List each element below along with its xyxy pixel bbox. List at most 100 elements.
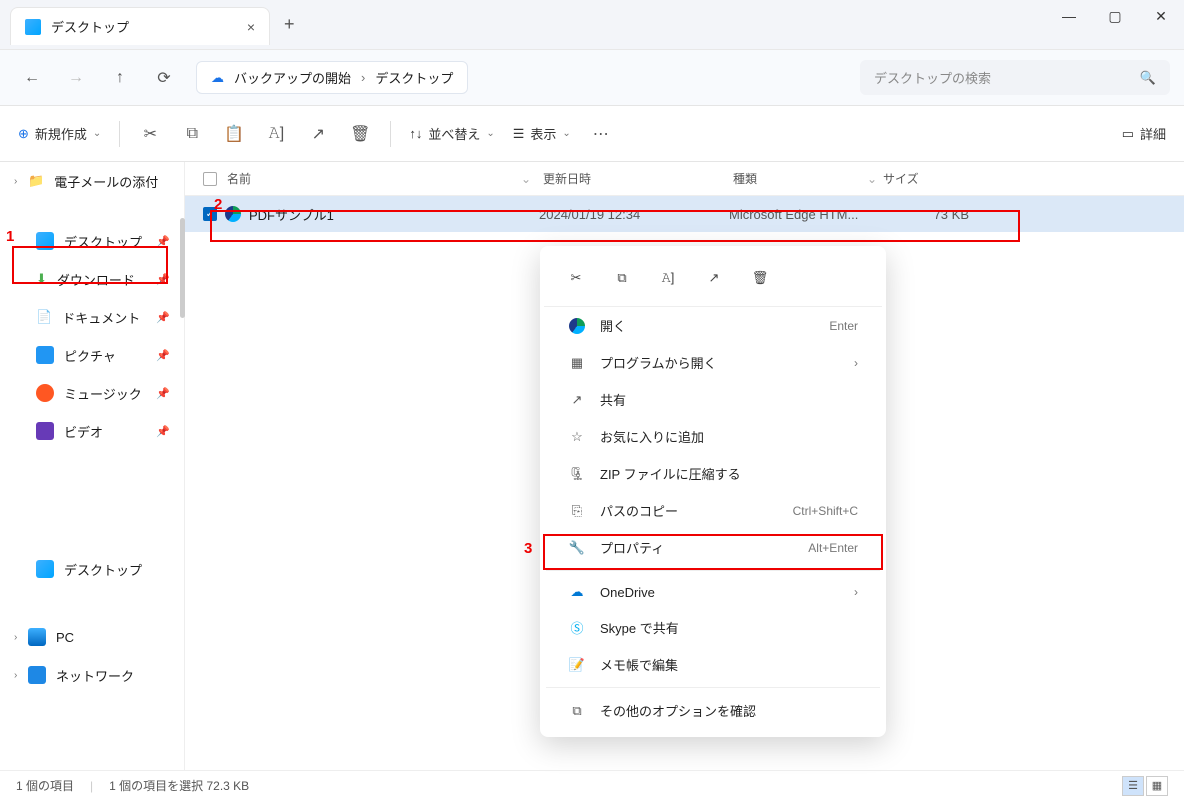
ctx-share-button[interactable]: ↗ xyxy=(698,262,730,294)
column-label: 種類 xyxy=(733,170,757,187)
chevron-down-icon: ⌄ xyxy=(562,128,570,139)
star-icon: ☆ xyxy=(568,429,586,445)
sidebar-item-label: デスクトップ xyxy=(64,560,142,579)
ctx-copy-path[interactable]: ⎘ パスのコピー Ctrl+Shift+C xyxy=(544,492,882,529)
ctx-label: OneDrive xyxy=(600,585,655,600)
ctx-favorite[interactable]: ☆ お気に入りに追加 xyxy=(544,418,882,455)
separator xyxy=(546,687,880,688)
column-size[interactable]: サイズ xyxy=(883,170,983,187)
new-label: 新規作成 xyxy=(35,124,87,143)
folder-icon: 📁 xyxy=(28,173,44,189)
breadcrumb-location[interactable]: デスクトップ xyxy=(375,68,453,87)
status-bar: 1 個の項目 | 1 個の項目を選択 72.3 KB ☰ ▦ xyxy=(0,770,1184,800)
more-icon: ⧉ xyxy=(568,703,586,719)
ctx-zip[interactable]: 🗜 ZIP ファイルに圧縮する xyxy=(544,455,882,492)
sidebar-item-downloads[interactable]: ⬇ ダウンロード 📌 xyxy=(0,260,184,298)
notepad-icon: 📝 xyxy=(568,657,586,673)
search-box[interactable]: デスクトップの検索 🔍 xyxy=(860,60,1170,95)
view-details-button[interactable]: ☰ xyxy=(1122,776,1144,796)
sort-button[interactable]: ↑↓ 並べ替え ⌄ xyxy=(409,124,494,143)
column-name[interactable]: 名前⌄ xyxy=(227,170,543,187)
sidebar-item-desktop-alt[interactable]: デスクトップ xyxy=(0,550,184,588)
sidebar-item-email[interactable]: › 📁 電子メールの添付 xyxy=(0,162,184,200)
ctx-skype[interactable]: Ⓢ Skype で共有 xyxy=(544,609,882,646)
file-row[interactable]: ✓ PDFサンプル1 2024/01/19 12:34 Microsoft Ed… xyxy=(185,196,1184,232)
ctx-notepad[interactable]: 📝 メモ帳で編集 xyxy=(544,646,882,683)
sidebar-item-music[interactable]: ミュージック 📌 xyxy=(0,374,184,412)
status-selected: 1 個の項目を選択 72.3 KB xyxy=(109,777,249,794)
refresh-button[interactable]: ⟳ xyxy=(146,60,182,96)
column-date[interactable]: 更新日時 xyxy=(543,170,733,187)
ctx-cut-button[interactable]: ✂ xyxy=(560,262,592,294)
sidebar-item-pc[interactable]: › PC xyxy=(0,618,184,656)
annotation-2: 2 xyxy=(214,196,222,213)
file-date: 2024/01/19 12:34 xyxy=(539,207,729,222)
sidebar-item-desktop[interactable]: デスクトップ 📌 xyxy=(0,222,184,260)
forward-button[interactable]: → xyxy=(58,60,94,96)
ctx-label: 開く xyxy=(600,316,626,335)
videos-icon xyxy=(36,422,54,440)
status-count: 1 個の項目 xyxy=(16,777,74,794)
window-tab[interactable]: デスクトップ × xyxy=(10,7,270,45)
minimize-button[interactable]: — xyxy=(1046,0,1092,32)
breadcrumb-backup[interactable]: バックアップの開始 xyxy=(234,68,351,87)
new-button[interactable]: ⊕ 新規作成 ⌄ xyxy=(18,124,101,143)
pin-icon[interactable]: 📌 xyxy=(156,235,170,248)
pc-icon xyxy=(28,628,46,646)
ctx-open[interactable]: 開く Enter xyxy=(544,307,882,344)
window-controls: — ▢ ✕ xyxy=(1046,0,1184,32)
ctx-rename-button[interactable]: 𝙰] xyxy=(652,262,684,294)
ctx-more-options[interactable]: ⧉ その他のオプションを確認 xyxy=(544,692,882,729)
copy-button[interactable]: ⧉ xyxy=(180,122,204,146)
desktop-icon xyxy=(36,232,54,250)
delete-button[interactable]: 🗑 xyxy=(348,122,372,146)
pin-icon[interactable]: 📌 xyxy=(156,311,170,324)
sidebar-item-pictures[interactable]: ピクチャ 📌 xyxy=(0,336,184,374)
back-button[interactable]: ← xyxy=(14,60,50,96)
ctx-properties[interactable]: 🔧 プロパティ Alt+Enter xyxy=(544,529,882,566)
column-type[interactable]: 種類⌄ xyxy=(733,170,883,187)
sidebar-item-documents[interactable]: 📄 ドキュメント 📌 xyxy=(0,298,184,336)
maximize-button[interactable]: ▢ xyxy=(1092,0,1138,32)
sidebar-item-label: ビデオ xyxy=(64,422,103,441)
sidebar-item-label: PC xyxy=(56,630,74,645)
share-button[interactable]: ↗ xyxy=(306,122,330,146)
sidebar-item-videos[interactable]: ビデオ 📌 xyxy=(0,412,184,450)
pin-icon[interactable]: 📌 xyxy=(156,387,170,400)
pin-icon[interactable]: 📌 xyxy=(156,349,170,362)
download-icon: ⬇ xyxy=(36,271,47,287)
view-icons-button[interactable]: ▦ xyxy=(1146,776,1168,796)
chevron-right-icon: › xyxy=(14,670,17,681)
more-button[interactable]: ⋯ xyxy=(589,122,613,146)
pin-icon[interactable]: 📌 xyxy=(156,273,170,286)
pin-icon[interactable]: 📌 xyxy=(156,425,170,438)
ctx-onedrive[interactable]: ☁ OneDrive › xyxy=(544,575,882,609)
ctx-delete-button[interactable]: 🗑 xyxy=(744,262,776,294)
ctx-label: メモ帳で編集 xyxy=(600,655,678,674)
rename-button[interactable]: 𝙰] xyxy=(264,122,288,146)
sort-label: 並べ替え xyxy=(428,124,480,143)
cut-button[interactable]: ✂ xyxy=(138,122,162,146)
sidebar-item-network[interactable]: › ネットワーク xyxy=(0,656,184,694)
ctx-copy-button[interactable]: ⧉ xyxy=(606,262,638,294)
close-button[interactable]: ✕ xyxy=(1138,0,1184,32)
tab-title: デスクトップ xyxy=(51,17,129,36)
ctx-open-with[interactable]: ▦ プログラムから開く › xyxy=(544,344,882,381)
address-bar[interactable]: ☁ バックアップの開始 › デスクトップ xyxy=(196,61,468,94)
search-placeholder: デスクトップの検索 xyxy=(874,68,1140,87)
file-size: 73 KB xyxy=(879,207,969,222)
up-button[interactable]: ↑ xyxy=(102,60,138,96)
select-all-checkbox[interactable] xyxy=(203,172,217,186)
details-pane-button[interactable]: ▭ 詳細 xyxy=(1122,124,1166,143)
search-icon: 🔍 xyxy=(1140,70,1156,86)
new-tab-button[interactable]: + xyxy=(284,14,295,35)
column-label: 名前 xyxy=(227,170,251,187)
sidebar-scrollbar[interactable] xyxy=(180,218,185,318)
sidebar-item-label: ピクチャ xyxy=(64,346,116,365)
ctx-share[interactable]: ↗ 共有 xyxy=(544,381,882,418)
view-button[interactable]: ☰ 表示 ⌄ xyxy=(513,124,571,143)
paste-button[interactable]: 📋 xyxy=(222,122,246,146)
chevron-right-icon: › xyxy=(14,176,17,187)
close-tab-icon[interactable]: × xyxy=(247,19,255,35)
copy-path-icon: ⎘ xyxy=(568,503,586,519)
